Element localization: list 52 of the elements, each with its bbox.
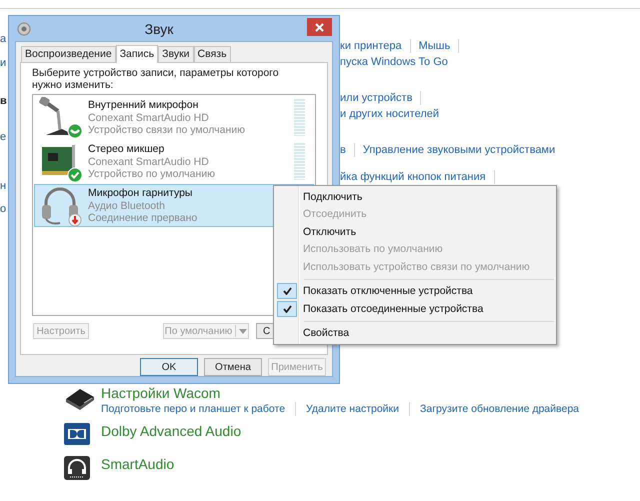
menu-item[interactable]: Показать отключенные устройства	[276, 282, 554, 300]
tab[interactable]: Связь	[194, 46, 231, 62]
device-status: Устройство по умолчанию	[88, 168, 216, 180]
device-driver: Conexant SmartAudio HD	[88, 156, 210, 168]
link[interactable]: йка функций кнопок питания	[340, 171, 486, 183]
text-fragment: о	[0, 203, 8, 216]
link[interactable]: Мышь	[418, 40, 450, 52]
tab[interactable]: Воспроизведение	[21, 46, 116, 62]
text-fragment: и	[0, 57, 8, 70]
text-fragment: а	[0, 33, 8, 46]
level-meter	[294, 99, 305, 136]
instruction-text: Выберите устройство записи, параметры которого нужно изменить:	[32, 67, 280, 91]
link[interactable]: Управление звуковыми устройствами	[362, 144, 556, 156]
text-fragment: н	[0, 180, 8, 193]
menu-item[interactable]: Свойства	[276, 324, 554, 342]
device-row[interactable]: Внутренний микрофон Conexant SmartAudio HD Устройство связи по умолчанию	[34, 96, 314, 139]
link[interactable]: ки принтера	[340, 40, 402, 52]
device-status: Устройство связи по умолчанию	[88, 124, 246, 136]
window-title: Звук	[144, 20, 174, 36]
link[interactable]: Подготовьте перо и планшет к работе	[101, 403, 286, 415]
device-driver: Аудио Bluetooth	[88, 200, 166, 212]
button[interactable]: OK	[140, 358, 198, 376]
close-icon	[315, 22, 324, 32]
caret-icon	[239, 328, 248, 334]
tab[interactable]: Звуки	[158, 46, 194, 62]
microphone-icon	[38, 96, 82, 138]
level-meter	[294, 143, 305, 180]
link[interactable]: пуска Windows To Go	[340, 56, 448, 68]
text-fragment: в	[0, 95, 8, 108]
app-title-link[interactable]: Dolby Advanced Audio	[101, 422, 242, 440]
device-name: Стерео микшер	[88, 143, 166, 156]
sound-card-icon	[42, 144, 82, 182]
tab[interactable]: Запись	[116, 45, 158, 63]
link[interactable]: и других носителей	[340, 108, 440, 120]
app-title-link[interactable]: Настройки Wacom	[101, 384, 579, 402]
link[interactable]: в	[340, 144, 346, 156]
button[interactable]: Отмена	[204, 358, 262, 376]
device-driver: Conexant SmartAudio HD	[88, 112, 210, 124]
device-name: Внутренний микрофон	[88, 99, 200, 112]
text-fragment: е	[0, 131, 8, 144]
app-title-link[interactable]: SmartAudio	[101, 455, 174, 473]
link[interactable]: Удалите настройки	[306, 403, 400, 415]
device-row[interactable]: Стерео микшер Conexant SmartAudio HD Устройство по умолчанию	[34, 140, 314, 183]
menu-item[interactable]: Показать отсоединенные устройства	[276, 300, 554, 318]
link[interactable]: или устройств	[340, 92, 412, 104]
close-button[interactable]	[307, 18, 332, 36]
headset-icon	[42, 187, 82, 226]
link[interactable]: Загрузите обновление драйвера	[420, 403, 579, 415]
speaker-icon	[18, 22, 30, 35]
tablet-icon	[66, 389, 94, 410]
dolby-logo-icon	[64, 423, 90, 445]
headphones-icon	[64, 456, 90, 480]
